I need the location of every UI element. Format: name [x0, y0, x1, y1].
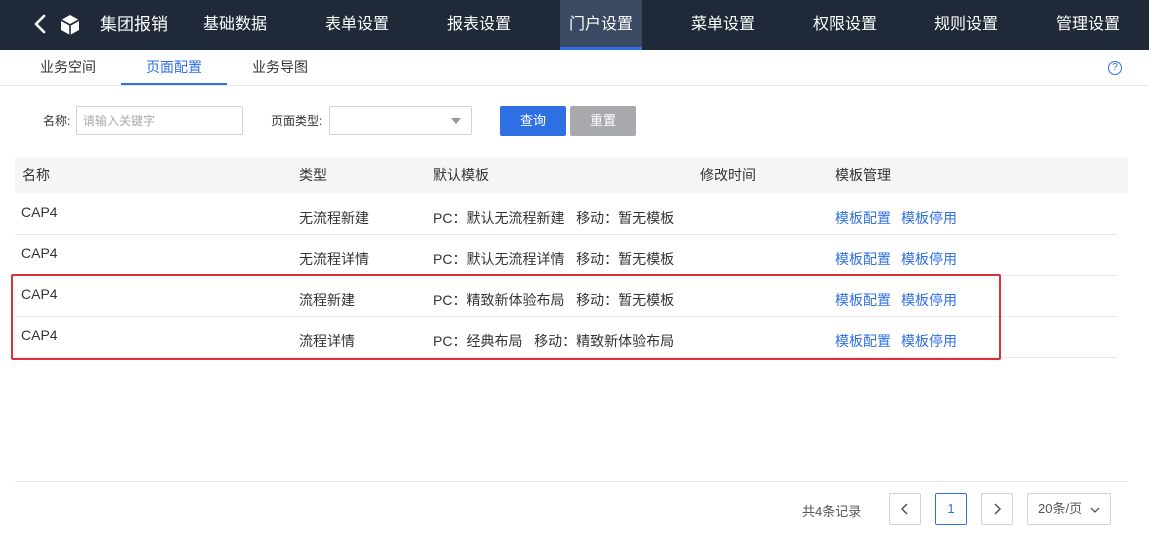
- table-row: CAP4 无流程新建 PC：默认无流程新建 移动：暂无模板 模板配置 模板停用: [15, 194, 1117, 235]
- nav-form-settings[interactable]: 表单设置: [312, 0, 402, 50]
- row-template: PC：默认无流程新建 移动：暂无模板: [433, 210, 675, 226]
- column-type: 类型: [299, 167, 327, 183]
- name-search-field[interactable]: [76, 106, 243, 135]
- page-type-select[interactable]: [329, 106, 472, 135]
- nav-portal-settings[interactable]: 门户设置: [560, 0, 642, 50]
- nav-basic-data[interactable]: 基础数据: [190, 0, 280, 50]
- page-number-button[interactable]: 1: [935, 493, 967, 525]
- tab-business-map[interactable]: 业务导图: [240, 50, 320, 84]
- nav-menu-settings[interactable]: 菜单设置: [678, 0, 768, 50]
- table-header: 名称 类型 默认模板 修改时间 模板管理: [15, 157, 1128, 193]
- name-search-input[interactable]: [77, 107, 242, 134]
- chevron-down-icon: [451, 118, 461, 124]
- column-modified-time: 修改时间: [700, 167, 756, 183]
- column-template-management: 模板管理: [835, 167, 891, 183]
- back-arrow-icon[interactable]: [30, 13, 52, 37]
- footer-divider: [15, 481, 1128, 482]
- table-row: CAP4 无流程详情 PC：默认无流程详情 移动：暂无模板 模板配置 模板停用: [15, 235, 1117, 276]
- row-template: PC：默认无流程详情 移动：暂无模板: [433, 251, 675, 267]
- query-button[interactable]: 查询: [500, 106, 566, 136]
- template-config-link[interactable]: 模板配置: [835, 249, 891, 269]
- nav-report-settings[interactable]: 报表设置: [434, 0, 524, 50]
- column-name: 名称: [22, 167, 50, 183]
- page-size-select[interactable]: 20条/页: [1027, 493, 1111, 525]
- chevron-down-icon: [1090, 507, 1100, 513]
- template-disable-link[interactable]: 模板停用: [901, 208, 957, 228]
- nav-permission-settings[interactable]: 权限设置: [800, 0, 890, 50]
- nav-rule-settings[interactable]: 规则设置: [921, 0, 1011, 50]
- app-title[interactable]: 集团报销: [100, 0, 168, 50]
- next-page-button[interactable]: [981, 493, 1013, 525]
- template-config-link[interactable]: 模板配置: [835, 208, 891, 228]
- reset-button[interactable]: 重置: [570, 106, 636, 136]
- row-type: 无流程详情: [299, 251, 369, 267]
- cube-logo-icon: [60, 14, 80, 36]
- template-disable-link[interactable]: 模板停用: [901, 249, 957, 269]
- row-name: CAP4: [21, 204, 58, 220]
- chevron-left-icon: [900, 503, 908, 515]
- prev-page-button[interactable]: [889, 493, 921, 525]
- nav-management-settings[interactable]: 管理设置: [1043, 0, 1133, 50]
- highlight-box: [11, 274, 1001, 360]
- tab-page-config[interactable]: 页面配置: [121, 50, 227, 85]
- sub-tab-bar: 业务空间 页面配置 业务导图 ?: [0, 50, 1149, 86]
- tab-business-space[interactable]: 业务空间: [28, 50, 108, 84]
- total-records: 共4条记录: [802, 504, 862, 519]
- page-size-value: 20条/页: [1038, 501, 1083, 516]
- name-filter-label: 名称:: [43, 114, 71, 128]
- row-type: 无流程新建: [299, 210, 369, 226]
- top-navigation-bar: 集团报销 基础数据 表单设置 报表设置 门户设置 菜单设置 权限设置 规则设置 …: [0, 0, 1149, 50]
- help-icon[interactable]: ?: [1108, 61, 1122, 75]
- column-default-template: 默认模板: [433, 167, 489, 183]
- chevron-right-icon: [994, 503, 1002, 515]
- row-name: CAP4: [21, 245, 58, 261]
- page-type-label: 页面类型:: [271, 114, 323, 128]
